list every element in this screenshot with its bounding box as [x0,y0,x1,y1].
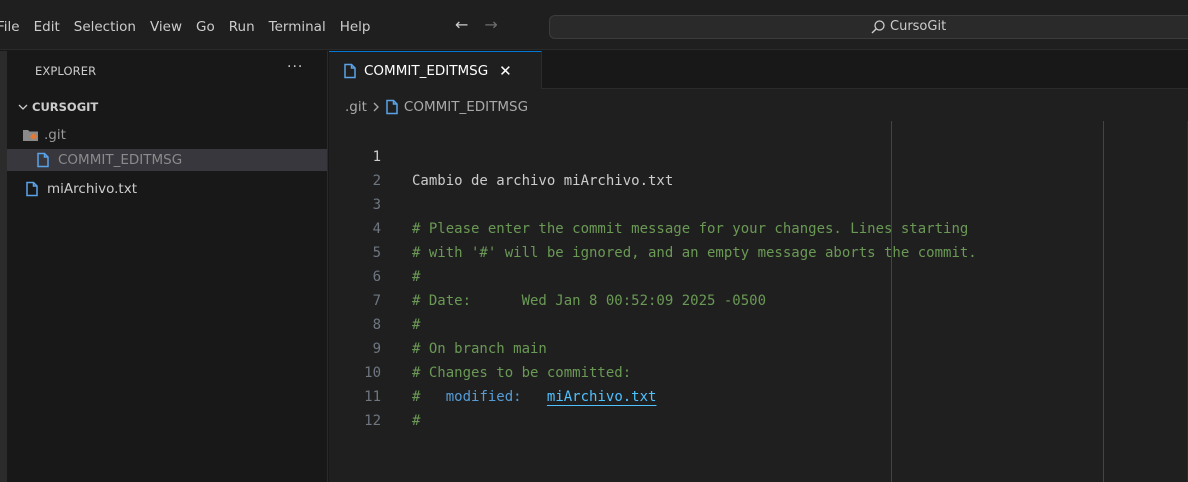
tree-item-label: COMMIT_EDITMSG [58,152,183,168]
menu-view[interactable]: View [150,17,182,37]
vscode-window: File Edit Selection View Go Run Terminal… [0,0,1188,482]
activity-bar-edge [0,51,7,482]
code-line: 5 # [329,217,1188,285]
back-arrow-icon[interactable]: ← [455,15,468,35]
code-line: 2 [329,145,1188,189]
tab-commit-editmsg[interactable]: COMMIT_EDITMSG ✕ [329,51,542,89]
explorer-sidebar: EXPLORER ··· CURSOGIT .git COMMIT_EDITMS… [7,51,328,482]
code-comment: # [412,413,421,429]
breadcrumb-folder[interactable]: .git [345,99,367,115]
tab-bar: COMMIT_EDITMSG ✕ [329,51,1188,89]
more-actions-icon[interactable]: ··· [287,59,303,75]
menu-run[interactable]: Run [229,17,255,37]
code-line: 1 Cambio de archivo miArchivo.txt [329,121,1188,189]
code-line: 12 [329,385,1188,429]
menu-edit[interactable]: Edit [34,17,60,37]
chevron-down-icon [17,101,29,113]
tree-item-miarchivo[interactable]: miArchivo.txt [7,178,327,200]
file-icon [385,99,399,115]
command-center[interactable]: CursoGit [549,15,1188,39]
code-line: 10 # modified: miArchivo.txt [329,337,1188,405]
git-folder-icon [22,128,40,142]
menu-help[interactable]: Help [340,17,371,37]
search-icon [870,19,886,35]
code-line: 4 # with '#' will be ignored, and an emp… [329,193,1188,261]
code-line: 9 # Changes to be committed: [329,313,1188,381]
code-editor[interactable]: 1 Cambio de archivo miArchivo.txt 2 3 # … [329,121,1188,429]
forward-arrow-icon[interactable]: → [484,15,497,35]
workspace-root[interactable]: CURSOGIT [17,98,98,116]
title-bar: File Edit Selection View Go Run Terminal… [0,0,1188,50]
file-icon [343,63,357,79]
chevron-right-icon [372,102,380,112]
editor-area: COMMIT_EDITMSG ✕ .git COMMIT_EDITMSG 1 C… [329,51,1188,482]
code-line: 6 # Date: Wed Jan 8 00:52:09 2025 -0500 [329,241,1188,309]
file-icon [36,152,50,168]
code-line: 7 # [329,265,1188,333]
tab-label: COMMIT_EDITMSG [364,62,489,79]
code-line: 11 # [329,361,1188,429]
command-center-content: CursoGit [870,18,946,36]
code-line: 8 # On branch main [329,289,1188,357]
workspace-root-label: CURSOGIT [32,100,99,114]
tree-item-git-folder[interactable]: .git [7,124,327,146]
breadcrumb: .git COMMIT_EDITMSG [345,98,528,116]
command-center-label: CursoGit [890,19,947,34]
tree-item-label: .git [44,127,66,143]
tree-item-commit-editmsg[interactable]: COMMIT_EDITMSG [7,149,327,171]
tree-item-label: miArchivo.txt [47,181,137,197]
breadcrumb-file[interactable]: COMMIT_EDITMSG [404,99,528,115]
menu-bar: File Edit Selection View Go Run Terminal… [0,17,384,37]
navigation-arrows: ← → [455,15,498,35]
menu-go[interactable]: Go [196,17,215,37]
menu-file[interactable]: File [0,17,20,37]
file-icon [25,181,39,197]
menu-selection[interactable]: Selection [74,17,136,37]
close-icon[interactable]: ✕ [499,62,512,80]
line-number: 12 [364,413,381,429]
code-line: 3 # Please enter the commit message for … [329,169,1188,237]
menu-terminal[interactable]: Terminal [269,17,326,37]
explorer-title: EXPLORER [35,64,97,78]
